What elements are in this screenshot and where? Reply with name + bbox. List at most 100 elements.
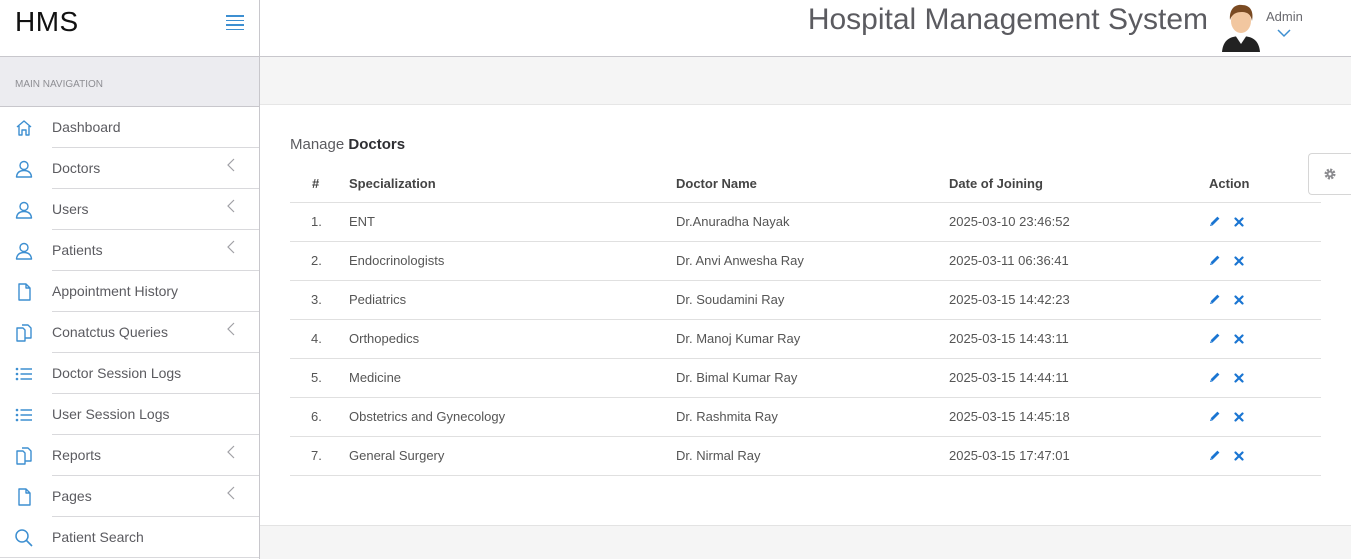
menu-toggle-icon[interactable] — [226, 15, 246, 31]
sidebar-item-users[interactable]: Users — [0, 189, 259, 230]
edit-icon[interactable] — [1209, 293, 1221, 308]
delete-icon[interactable] — [1234, 215, 1244, 230]
header-number: # — [290, 166, 349, 203]
row-actions — [1207, 280, 1321, 320]
file-icon — [14, 282, 34, 302]
row-specialization: ENT — [349, 202, 676, 242]
row-doctor-name: Dr. Soudamini Ray — [676, 280, 949, 320]
sidebar-item-patients[interactable]: Patients — [0, 230, 259, 271]
chevron-left-icon — [226, 199, 236, 213]
sidebar-item-label: User Session Logs — [52, 406, 170, 422]
sidebar-item-reports[interactable]: Reports — [0, 435, 259, 476]
table-row: 7. General Surgery Dr. Nirmal Ray 2025-03-1… — [290, 436, 1321, 476]
row-number: 2. — [290, 241, 349, 281]
brand-bar: HMS — [0, 0, 259, 57]
row-doctor-name: Dr. Manoj Kumar Ray — [676, 319, 949, 359]
nav-section-label: MAIN NAVIGATION — [0, 57, 259, 107]
sidebar-item-conatctus-queries[interactable]: Conatctus Queries — [0, 312, 259, 353]
row-number: 6. — [290, 397, 349, 437]
chevron-left-icon — [226, 486, 236, 500]
row-doctor-name: Dr. Rashmita Ray — [676, 397, 949, 437]
sidebar-item-label: Patient Search — [52, 529, 144, 545]
file-icon — [14, 487, 34, 507]
sidebar-item-label: Pages — [52, 488, 92, 504]
delete-icon[interactable] — [1234, 371, 1244, 386]
header-action: Action — [1207, 166, 1321, 203]
row-specialization: Pediatrics — [349, 280, 676, 320]
row-date-of-joining: 2025-03-15 14:42:23 — [949, 280, 1207, 320]
header-specialization: Specialization — [349, 166, 676, 203]
sidebar-item-pages[interactable]: Pages — [0, 476, 259, 517]
delete-icon[interactable] — [1234, 410, 1244, 425]
sidebar-item-label: Conatctus Queries — [52, 324, 168, 340]
table-row: 4. Orthopedics Dr. Manoj Kumar Ray 2025-03-… — [290, 319, 1321, 359]
gear-icon — [1324, 168, 1336, 180]
user-icon — [14, 159, 34, 179]
sidebar-item-dashboard[interactable]: Dashboard — [0, 107, 259, 148]
row-actions — [1207, 241, 1321, 281]
edit-icon[interactable] — [1209, 332, 1221, 347]
sidebar-item-label: Doctor Session Logs — [52, 365, 182, 381]
sidebar-item-doctor-session-logs[interactable]: Doctor Session Logs — [0, 353, 259, 394]
sidebar-item-user-session-logs[interactable]: User Session Logs — [0, 394, 259, 435]
sidebar-item-doctors[interactable]: Doctors — [0, 148, 259, 189]
app-title: Hospital Management System — [807, 3, 1208, 36]
home-icon — [14, 118, 34, 138]
row-specialization: Medicine — [349, 358, 676, 398]
row-number: 3. — [290, 280, 349, 320]
row-number: 1. — [290, 202, 349, 242]
chevron-left-icon — [226, 445, 236, 459]
settings-button[interactable] — [1308, 153, 1351, 195]
breadcrumb-bar — [260, 57, 1351, 105]
row-actions — [1207, 202, 1321, 242]
row-actions — [1207, 397, 1321, 437]
chevron-left-icon — [226, 322, 236, 336]
row-doctor-name: Dr. Nirmal Ray — [676, 436, 949, 476]
topbar: Hospital Management System Admin — [260, 0, 1351, 57]
user-icon — [14, 200, 34, 220]
edit-icon[interactable] — [1209, 254, 1221, 269]
row-doctor-name: Dr. Anvi Anwesha Ray — [676, 241, 949, 281]
delete-icon[interactable] — [1234, 449, 1244, 464]
sidebar-item-label: Reports — [52, 447, 102, 463]
page-title-prefix: Manage — [290, 136, 345, 153]
sidebar-item-appointment-history[interactable]: Appointment History — [0, 271, 259, 312]
delete-icon[interactable] — [1234, 332, 1244, 347]
sidebar-item-label: Users — [52, 201, 89, 217]
chevron-left-icon — [226, 240, 236, 254]
header-date-of-joining: Date of Joining — [949, 166, 1207, 203]
row-date-of-joining: 2025-03-15 14:43:11 — [949, 319, 1207, 359]
row-actions — [1207, 358, 1321, 398]
sidebar-item-patient-search[interactable]: Patient Search — [0, 517, 259, 558]
row-number: 4. — [290, 319, 349, 359]
delete-icon[interactable] — [1234, 254, 1244, 269]
main-panel: Manage Doctors # Specialization Doctor N… — [260, 105, 1351, 526]
row-specialization: Obstetrics and Gynecology — [349, 397, 676, 437]
edit-icon[interactable] — [1209, 215, 1221, 230]
table-row: 2. Endocrinologists Dr. Anvi Anwesha Ray 20… — [290, 241, 1321, 281]
row-specialization: Endocrinologists — [349, 241, 676, 281]
avatar[interactable] — [1220, 2, 1262, 52]
user-name[interactable]: Admin — [1266, 9, 1303, 24]
table-header-row: # Specialization Doctor Name Date of Joi… — [290, 166, 1321, 203]
brand-title[interactable]: HMS — [15, 6, 79, 38]
row-date-of-joining: 2025-03-11 06:36:41 — [949, 241, 1207, 281]
row-specialization: Orthopedics — [349, 319, 676, 359]
list-icon — [14, 364, 34, 384]
doctors-table: # Specialization Doctor Name Date of Joi… — [290, 166, 1321, 476]
nav-list: Dashboard Doctors Users Patients Appointment… — [0, 107, 259, 558]
list-icon — [14, 405, 34, 425]
sidebar-item-label: Doctors — [52, 160, 101, 176]
row-number: 7. — [290, 436, 349, 476]
edit-icon[interactable] — [1209, 410, 1221, 425]
sidebar-item-label: Dashboard — [52, 119, 121, 135]
row-actions — [1207, 319, 1321, 359]
sidebar-item-label: Appointment History — [52, 283, 179, 299]
chevron-down-icon[interactable] — [1277, 28, 1291, 38]
edit-icon[interactable] — [1209, 449, 1221, 464]
table-row: 5. Medicine Dr. Bimal Kumar Ray 2025-03-15 … — [290, 358, 1321, 398]
row-doctor-name: Dr. Bimal Kumar Ray — [676, 358, 949, 398]
files-icon — [14, 446, 34, 466]
edit-icon[interactable] — [1209, 371, 1221, 386]
delete-icon[interactable] — [1234, 293, 1244, 308]
